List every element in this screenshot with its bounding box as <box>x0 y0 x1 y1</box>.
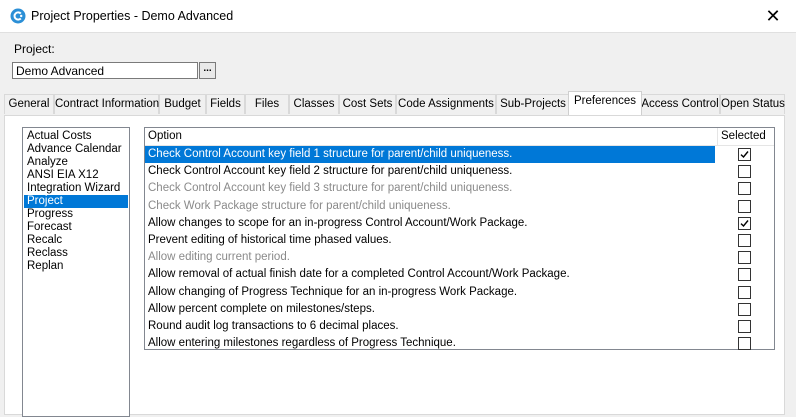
browse-button[interactable]: ... <box>199 62 216 79</box>
option-label: Check Control Account key field 3 struct… <box>148 182 513 195</box>
category-item[interactable]: Advance Calendar <box>24 143 128 156</box>
option-checkbox[interactable] <box>738 148 751 161</box>
category-item[interactable]: ANSI EIA X12 <box>24 169 128 182</box>
tab-code-assignments[interactable]: Code Assignments <box>396 94 496 114</box>
option-label: Allow percent complete on milestones/ste… <box>148 302 375 315</box>
option-row[interactable]: Allow editing current period. <box>145 249 774 266</box>
project-field[interactable]: Demo Advanced <box>12 62 198 79</box>
option-row[interactable]: Allow removal of actual finish date for … <box>145 266 774 283</box>
option-row[interactable]: Allow percent complete on milestones/ste… <box>145 301 774 318</box>
tab-preferences[interactable]: Preferences <box>568 91 642 115</box>
column-divider[interactable] <box>717 128 718 145</box>
option-checkbox[interactable] <box>738 337 751 351</box>
category-item[interactable]: Project <box>24 195 128 208</box>
title-bar: Project Properties - Demo Advanced ✕ <box>0 0 796 33</box>
options-grid: Option Selected Check Control Account ke… <box>144 127 775 352</box>
category-list[interactable]: Actual Costs Advance Calendar Analyze ANSI … <box>22 127 130 417</box>
tab-files[interactable]: Files <box>245 94 289 114</box>
option-label: Allow changing of Progress Technique for… <box>148 285 518 298</box>
option-checkbox[interactable] <box>738 268 751 282</box>
option-checkbox[interactable] <box>738 302 751 316</box>
option-checkbox[interactable] <box>738 320 751 333</box>
option-checkbox[interactable] <box>738 182 751 196</box>
tab-sub-projects[interactable]: Sub-Projects <box>496 94 570 114</box>
category-item[interactable]: Reclass <box>24 247 128 260</box>
option-label: Round audit log transactions to 6 decima… <box>148 320 399 332</box>
tab-cost-sets[interactable]: Cost Sets <box>339 94 396 114</box>
option-row[interactable]: Allow changing of Progress Technique for… <box>145 284 774 301</box>
category-item[interactable]: Progress <box>24 208 128 221</box>
option-checkbox[interactable] <box>738 199 751 213</box>
window-title: Project Properties - Demo Advanced <box>31 9 234 23</box>
option-label: Allow changes to scope for an in-progres… <box>148 216 528 229</box>
grid-header: Option Selected <box>145 128 774 146</box>
option-label: Check Work Package structure for parent/… <box>148 199 451 212</box>
option-row[interactable]: Check Control Account key field 3 struct… <box>145 180 774 197</box>
category-item[interactable]: Forecast <box>24 221 128 234</box>
tab-access-control[interactable]: Access Control <box>640 94 720 114</box>
option-label: Prevent editing of historical time phase… <box>148 234 392 246</box>
option-label: Allow entering milestones regardless of … <box>148 337 456 350</box>
option-checkbox[interactable] <box>738 285 751 299</box>
option-label: Check Control Account key field 1 struct… <box>145 146 715 163</box>
option-checkbox[interactable] <box>738 234 751 247</box>
category-item[interactable]: Integration Wizard <box>24 182 128 195</box>
column-header-option[interactable]: Option <box>148 130 182 142</box>
category-item[interactable]: Recalc <box>24 234 128 247</box>
option-checkbox[interactable] <box>738 251 751 265</box>
option-label: Check Control Account key field 2 struct… <box>148 165 513 178</box>
tab-fields[interactable]: Fields <box>206 94 245 114</box>
option-row[interactable]: Allow entering milestones regardless of … <box>145 335 774 352</box>
option-checkbox[interactable] <box>738 165 751 179</box>
tab-contract-information[interactable]: Contract Information <box>54 94 159 114</box>
option-row[interactable]: Allow changes to scope for an in-progres… <box>145 215 774 232</box>
option-checkbox[interactable] <box>738 216 751 230</box>
option-label: Allow removal of actual finish date for … <box>148 268 570 281</box>
option-row[interactable]: Check Work Package structure for parent/… <box>145 198 774 215</box>
option-row[interactable]: Round audit log transactions to 6 decima… <box>145 318 774 335</box>
app-logo-icon <box>10 8 26 24</box>
tab-budget[interactable]: Budget <box>159 94 206 114</box>
category-item[interactable]: Replan <box>24 260 128 273</box>
project-label: Project: <box>14 42 55 56</box>
tab-open-status[interactable]: Open Status <box>720 94 785 114</box>
option-row[interactable]: Prevent editing of historical time phase… <box>145 232 774 249</box>
option-label: Allow editing current period. <box>148 251 290 264</box>
category-item[interactable]: Actual Costs <box>24 130 128 143</box>
category-item[interactable]: Analyze <box>24 156 128 169</box>
option-row[interactable]: Check Control Account key field 1 struct… <box>145 146 774 163</box>
option-row[interactable]: Check Control Account key field 2 struct… <box>145 163 774 180</box>
column-header-selected[interactable]: Selected <box>721 130 766 142</box>
close-button[interactable]: ✕ <box>750 0 796 32</box>
tab-general[interactable]: General <box>4 94 54 114</box>
tab-classes[interactable]: Classes <box>289 94 339 114</box>
